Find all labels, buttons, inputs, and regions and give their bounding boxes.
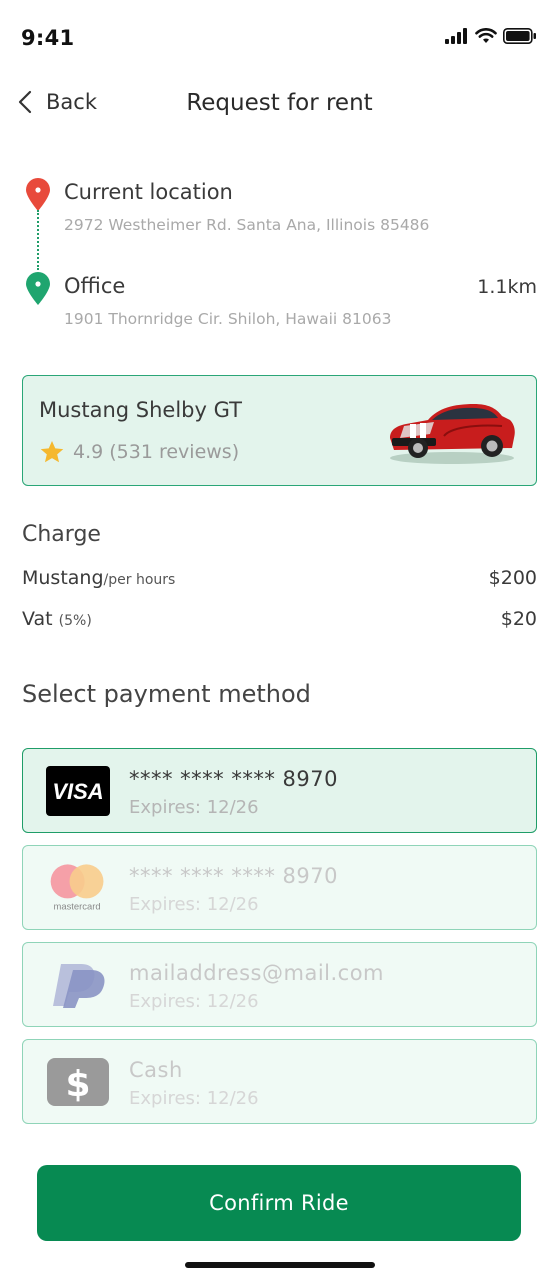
distance-label: 1.1km [477, 276, 537, 298]
charge-row-rental: Mustang/per hours $200 [22, 567, 537, 595]
car-card[interactable]: Mustang Shelby GT 4.9 (531 reviews) [22, 375, 537, 486]
wifi-icon [475, 28, 497, 43]
payment-option-visa[interactable]: VISA **** **** **** 8970 Expires: 12/26 [22, 748, 537, 833]
status-bar: 9:41 [0, 0, 559, 76]
charge-item-rate: (5%) [58, 613, 92, 629]
charge-label: Mustang/per hours [22, 567, 175, 589]
route-section: Current location 2972 Westheimer Rd. San… [22, 174, 537, 344]
cash-label: Cash [129, 1058, 183, 1082]
destination-address: 1901 Thornridge Cir. Shiloh, Hawaii 8106… [64, 310, 392, 328]
status-time: 9:41 [21, 26, 75, 50]
card-number: **** **** **** 8970 [129, 864, 338, 888]
svg-text:$: $ [65, 1064, 90, 1105]
confirm-ride-button[interactable]: Confirm Ride [37, 1165, 521, 1241]
location-pin-red-icon [26, 178, 50, 211]
cash-icon: $ [45, 1056, 111, 1108]
charge-row-vat: Vat (5%) $20 [22, 608, 537, 636]
origin-title: Current location [64, 180, 233, 204]
star-icon [40, 440, 64, 463]
rating-text: 4.9 (531 reviews) [73, 441, 240, 463]
destination-title: Office [64, 274, 126, 298]
charge-label: Vat (5%) [22, 608, 92, 630]
charge-value: $200 [488, 567, 537, 589]
visa-logo: VISA [45, 765, 111, 817]
car-image [390, 404, 515, 464]
car-rating: 4.9 (531 reviews) [39, 439, 239, 465]
card-expiry: Expires: 12/26 [129, 1088, 259, 1109]
status-icons [445, 28, 537, 44]
mastercard-logo: mastercard [45, 862, 111, 914]
charge-heading: Charge [22, 522, 101, 547]
payment-heading: Select payment method [22, 680, 311, 708]
battery-icon [503, 28, 536, 44]
card-expiry: Expires: 12/26 [129, 991, 259, 1012]
cellular-signal-icon [445, 28, 467, 44]
origin-address: 2972 Westheimer Rd. Santa Ana, Illinois … [64, 216, 430, 234]
svg-text:mastercard: mastercard [54, 901, 101, 912]
car-name: Mustang Shelby GT [39, 398, 242, 422]
payment-option-mastercard[interactable]: mastercard **** **** **** 8970 Expires: … [22, 845, 537, 930]
paypal-email: mailaddress@mail.com [129, 961, 385, 985]
charge-item-name: Mustang [22, 567, 104, 589]
page-title: Request for rent [186, 90, 373, 116]
charge-item-unit: /per hours [103, 572, 176, 588]
location-pin-green-icon [26, 272, 50, 305]
svg-text:VISA: VISA [52, 779, 103, 804]
home-indicator [185, 1262, 375, 1268]
payment-option-paypal[interactable]: mailaddress@mail.com Expires: 12/26 [22, 942, 537, 1027]
paypal-logo [45, 959, 111, 1011]
charge-item-name: Vat [22, 608, 53, 630]
payment-option-cash[interactable]: $ Cash Expires: 12/26 [22, 1039, 537, 1124]
card-number: **** **** **** 8970 [129, 767, 338, 791]
card-expiry: Expires: 12/26 [129, 894, 259, 915]
card-expiry: Expires: 12/26 [129, 797, 259, 818]
header: Back Request for rent [0, 78, 559, 134]
charge-value: $20 [500, 608, 537, 630]
route-line [37, 210, 39, 270]
